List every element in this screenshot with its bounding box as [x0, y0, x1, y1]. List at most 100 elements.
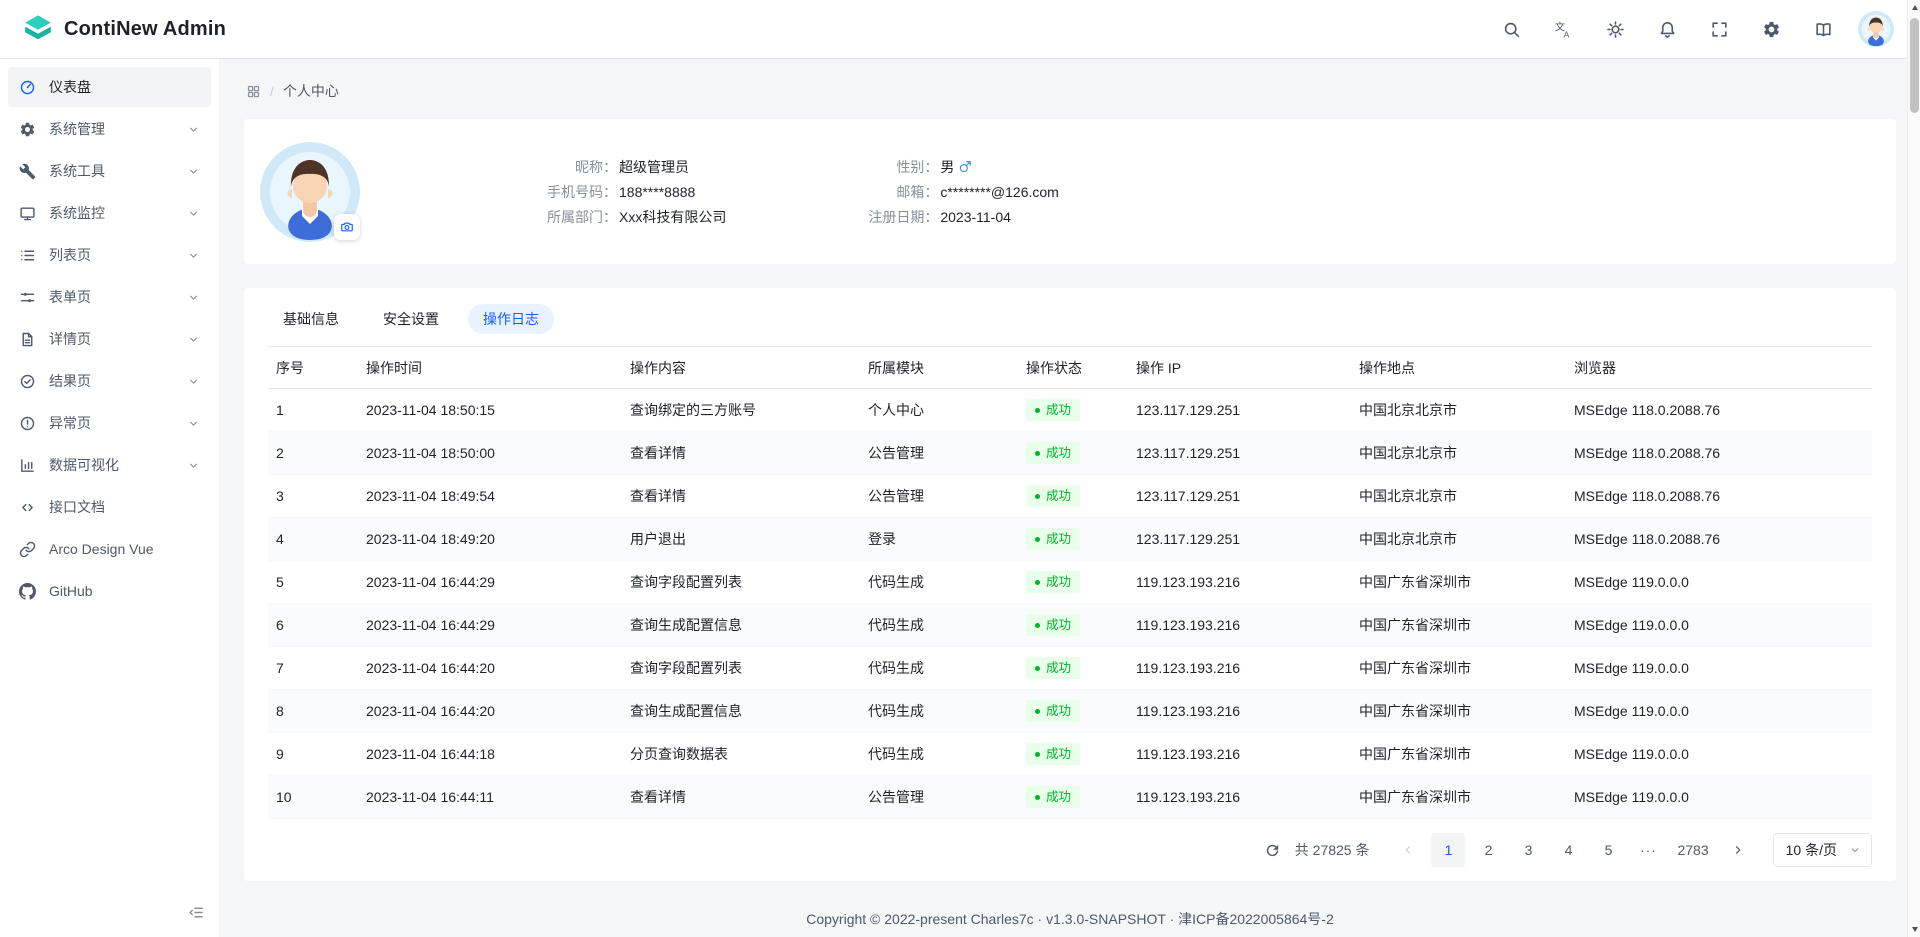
sun-icon — [1606, 20, 1625, 39]
cell: 8 — [268, 690, 358, 733]
notifications-button[interactable] — [1650, 12, 1684, 46]
column-header: 操作 IP — [1128, 347, 1351, 389]
scroll-up-arrow[interactable] — [1908, 0, 1920, 15]
status-dot — [1035, 580, 1040, 585]
link-icon — [19, 541, 36, 558]
cell: 119.123.193.216 — [1128, 776, 1351, 819]
cell: 中国北京北京市 — [1351, 518, 1566, 561]
profile-field: 所属部门：Xxx科技有限公司 — [525, 204, 726, 229]
sidebar-item-data-visualization[interactable]: 数据可视化 — [8, 445, 211, 485]
table-header-row: 序号操作时间操作内容所属模块操作状态操作 IP操作地点浏览器 — [268, 347, 1872, 389]
page-button-4[interactable]: 4 — [1551, 833, 1585, 867]
page-button-3[interactable]: 3 — [1511, 833, 1545, 867]
profile-field: 注册日期：2023-11-04 — [846, 204, 1059, 229]
operation-log-card: 基础信息安全设置操作日志 序号操作时间操作内容所属模块操作状态操作 IP操作地点… — [244, 288, 1896, 881]
log-table-row: 12023-11-04 18:50:15查询绑定的三方账号个人中心成功123.1… — [268, 389, 1872, 432]
chevron-down-icon — [187, 249, 200, 262]
cell: 2023-11-04 18:49:54 — [358, 475, 622, 518]
settings-button[interactable] — [1754, 12, 1788, 46]
dashboard-icon — [19, 79, 36, 96]
sidebar-item-form-pages[interactable]: 表单页 — [8, 277, 211, 317]
operation-log-table: 序号操作时间操作内容所属模块操作状态操作 IP操作地点浏览器 12023-11-… — [268, 346, 1872, 819]
cell: 查看详情 — [622, 432, 860, 475]
log-table-row: 32023-11-04 18:49:54查看详情公告管理成功123.117.12… — [268, 475, 1872, 518]
page-size-select[interactable]: 10 条/页 — [1773, 833, 1872, 867]
page-scrollbar[interactable] — [1907, 0, 1920, 937]
monitor-icon — [19, 205, 36, 222]
status-text: 成功 — [1046, 748, 1071, 761]
scroll-down-arrow[interactable] — [1908, 922, 1920, 937]
refresh-icon[interactable] — [1264, 842, 1281, 859]
sidebar-item-detail-pages[interactable]: 详情页 — [8, 319, 211, 359]
page-button-2783[interactable]: 2783 — [1671, 833, 1714, 867]
status-badge: 成功 — [1026, 700, 1080, 723]
sidebar-item-list-pages[interactable]: 列表页 — [8, 235, 211, 275]
fullscreen-button[interactable] — [1702, 12, 1736, 46]
svg-text:A: A — [1563, 29, 1569, 39]
check-circle-icon — [19, 373, 36, 390]
profile-field: 手机号码：188****8888 — [525, 179, 726, 204]
cell-status: 成功 — [1018, 475, 1128, 518]
tab-security-settings[interactable]: 安全设置 — [368, 304, 454, 334]
sidebar: 仪表盘系统管理系统工具系统监控列表页表单页详情页结果页异常页数据可视化接口文档A… — [0, 59, 220, 937]
sidebar-item-github[interactable]: GitHub — [8, 571, 211, 611]
apps-icon[interactable] — [246, 84, 261, 99]
prev-page-button[interactable] — [1391, 833, 1425, 867]
app-logo[interactable]: ContiNew Admin — [22, 13, 226, 45]
page-ellipsis-button[interactable]: ··· — [1631, 833, 1665, 867]
page-footer: Copyright © 2022-present Charles7c · v1.… — [244, 881, 1896, 929]
translate-button[interactable]: 文A — [1546, 12, 1580, 46]
search-button[interactable] — [1494, 12, 1528, 46]
page-button-5[interactable]: 5 — [1591, 833, 1625, 867]
tab-basic-info[interactable]: 基础信息 — [268, 304, 354, 334]
cell-status: 成功 — [1018, 561, 1128, 604]
page-button-2[interactable]: 2 — [1471, 833, 1505, 867]
sidebar-item-api-docs[interactable]: 接口文档 — [8, 487, 211, 527]
gear-icon — [1762, 20, 1781, 39]
profile-field: 昵称：超级管理员 — [525, 154, 726, 179]
chevron-down-icon — [187, 417, 200, 430]
column-header: 操作内容 — [622, 347, 860, 389]
sidebar-item-exception-pages[interactable]: 异常页 — [8, 403, 211, 443]
cell: 2023-11-04 16:44:11 — [358, 776, 622, 819]
cell: MSEdge 118.0.2088.76 — [1566, 432, 1872, 475]
sidebar-item-result-pages[interactable]: 结果页 — [8, 361, 211, 401]
cell: 中国广东省深圳市 — [1351, 776, 1566, 819]
main-content: / 个人中心 昵称：超级管理员手机号码：188****8888所属部门：Xxx科… — [220, 59, 1920, 937]
cell: 公告管理 — [860, 432, 1018, 475]
log-table-row: 102023-11-04 16:44:11查看详情公告管理成功119.123.1… — [268, 776, 1872, 819]
profile-avatar[interactable] — [260, 142, 360, 242]
cell: 查看详情 — [622, 475, 860, 518]
tab-operation-log[interactable]: 操作日志 — [468, 304, 554, 334]
status-badge: 成功 — [1026, 399, 1080, 422]
status-badge: 成功 — [1026, 442, 1080, 465]
user-avatar-button[interactable] — [1858, 11, 1894, 47]
sidebar-item-arco-design-vue[interactable]: Arco Design Vue — [8, 529, 211, 569]
scrollbar-thumb[interactable] — [1910, 18, 1919, 113]
profile-info-column: 性别：男邮箱：c********@126.com注册日期：2023-11-04 — [846, 154, 1059, 229]
profile-field: 性别：男 — [846, 154, 1059, 179]
log-table-row: 92023-11-04 16:44:18分页查询数据表代码生成成功119.123… — [268, 733, 1872, 776]
api-doc-icon — [19, 499, 36, 516]
change-avatar-button[interactable] — [334, 214, 360, 240]
sidebar-item-system-monitor[interactable]: 系统监控 — [8, 193, 211, 233]
chevron-down-icon — [187, 207, 200, 220]
theme-toggle-button[interactable] — [1598, 12, 1632, 46]
sidebar-item-dashboard[interactable]: 仪表盘 — [8, 67, 211, 107]
sidebar-item-system-management[interactable]: 系统管理 — [8, 109, 211, 149]
profile-field-value: 男 — [940, 157, 972, 177]
male-icon — [958, 160, 972, 174]
column-header: 浏览器 — [1566, 347, 1872, 389]
status-badge: 成功 — [1026, 528, 1080, 551]
cell: 2023-11-04 18:50:00 — [358, 432, 622, 475]
sidebar-collapse-button[interactable] — [185, 901, 207, 923]
sidebar-item-label: 系统工具 — [49, 161, 105, 181]
next-page-button[interactable] — [1721, 833, 1755, 867]
docs-button[interactable] — [1806, 12, 1840, 46]
profile-field-label: 手机号码： — [525, 182, 617, 202]
cell: 代码生成 — [860, 604, 1018, 647]
cell: 2023-11-04 16:44:20 — [358, 647, 622, 690]
cell: 123.117.129.251 — [1128, 389, 1351, 432]
page-button-1[interactable]: 1 — [1431, 833, 1465, 867]
sidebar-item-system-tools[interactable]: 系统工具 — [8, 151, 211, 191]
